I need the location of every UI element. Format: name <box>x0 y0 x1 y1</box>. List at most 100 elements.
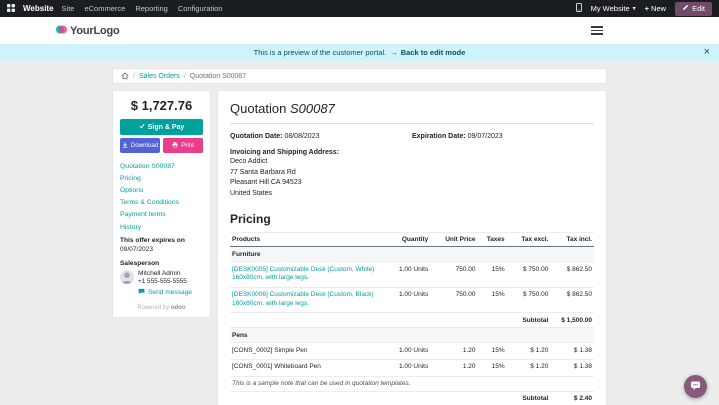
product-section-pens: Pens <box>230 328 594 343</box>
edit-button[interactable]: Edit <box>675 2 712 16</box>
sidebar-link-payment-terms[interactable]: Payment terms <box>120 209 203 221</box>
quantity: 1.00 Units <box>383 287 430 313</box>
col-tax-excl: Tax excl. <box>507 233 551 247</box>
website-selector[interactable]: My Website ▾ <box>591 4 636 13</box>
breadcrumb-separator: / <box>184 73 186 80</box>
download-icon <box>122 142 128 150</box>
topbar-menu-reporting[interactable]: Reporting <box>135 4 168 13</box>
website-selector-label: My Website <box>591 4 630 13</box>
topbar-menu-site[interactable]: Site <box>62 4 75 13</box>
check-icon <box>139 123 145 131</box>
tax-incl: $ 862.50 <box>550 262 594 288</box>
product-row: [DESK0005] Customizable Desk (Custom, Wh… <box>230 262 594 288</box>
subtotal-value: $ 1,500.00 <box>550 313 594 328</box>
section-note: This is a sample note that can be used i… <box>230 376 594 391</box>
banner-close-icon[interactable]: × <box>704 44 710 61</box>
title-divider <box>230 123 594 124</box>
product-section-furniture: Furniture <box>230 247 594 262</box>
site-logo[interactable]: YourLogo <box>56 24 120 37</box>
back-to-edit-link[interactable]: → Back to edit mode <box>390 48 465 57</box>
salesperson-block: Salesperson Mitchell Admin +1 555-555-55… <box>120 260 203 297</box>
arrow-right-icon: → <box>390 48 398 57</box>
tax-excl: $ 750.00 <box>507 287 551 313</box>
product-name[interactable]: [DESK0005] Customizable Desk (Custom, Wh… <box>230 262 383 288</box>
sidebar-link-options[interactable]: Options <box>120 184 203 196</box>
breadcrumb-separator: / <box>133 73 135 80</box>
hamburger-menu-icon[interactable] <box>589 24 605 37</box>
quotation-document: Quotation S00087 Quotation Date: 08/08/2… <box>217 90 607 405</box>
taxes: 15% <box>478 343 507 360</box>
address-line: Deco Addict <box>230 157 594 168</box>
quotation-reference: S00087 <box>290 101 335 116</box>
offer-expiry: This offer expires on 09/07/2023 <box>120 237 203 253</box>
address-line: Pleasant Hill CA 94523 <box>230 178 594 189</box>
unit-price: 1.20 <box>430 359 477 376</box>
col-unit-price: Unit Price <box>430 233 477 247</box>
product-row: [CONS_0002] Simple Pen1.00 Units1.2015%$… <box>230 343 594 360</box>
logo-text: YourLogo <box>70 25 120 37</box>
order-sidebar: $ 1,727.76 Sign & Pay Download Print Quo… <box>112 90 211 318</box>
pricing-heading: Pricing <box>230 212 594 226</box>
salesperson-avatar <box>120 270 134 284</box>
subtotal-value: $ 2.40 <box>550 391 594 405</box>
product-row: [CONS_0001] Whiteboard Pen1.00 Units1.20… <box>230 359 594 376</box>
sidebar-link-quotation-s00087[interactable]: Quotation S00087 <box>120 160 203 172</box>
product-name[interactable]: [DESK0006] Customizable Desk (Custom, Bl… <box>230 287 383 313</box>
pricing-table: ProductsQuantityUnit PriceTaxesTax excl.… <box>230 232 594 405</box>
new-button[interactable]: + New <box>645 4 666 13</box>
chevron-down-icon: ▾ <box>633 6 636 12</box>
sign-pay-button[interactable]: Sign & Pay <box>120 119 203 135</box>
chat-bubble-icon <box>689 379 702 395</box>
mobile-preview-icon[interactable] <box>576 3 582 14</box>
quantity: 1.00 Units <box>383 343 430 360</box>
odoo-apps-icon[interactable] <box>7 4 15 14</box>
quantity: 1.00 Units <box>383 359 430 376</box>
subtotal-row: Subtotal$ 2.40 <box>230 391 594 405</box>
topbar-menus: Site eCommerce Reporting Configuration <box>62 4 223 13</box>
salesperson-label: Salesperson <box>120 260 203 267</box>
address-line: United States <box>230 189 594 200</box>
subtotal-row: Subtotal$ 1,500.00 <box>230 313 594 328</box>
backend-topbar: Website Site eCommerce Reporting Configurat… <box>0 0 719 17</box>
unit-price: 1.20 <box>430 343 477 360</box>
product-row: [DESK0006] Customizable Desk (Custom, Bl… <box>230 287 594 313</box>
sidebar-nav: Quotation S00087PricingOptionsTerms & Co… <box>120 160 203 233</box>
tax-excl: $ 1.20 <box>507 343 551 360</box>
breadcrumb-sales-orders[interactable]: Sales Orders <box>139 73 180 80</box>
livechat-button[interactable] <box>684 375 707 398</box>
unit-price: 750.00 <box>430 287 477 313</box>
topbar-menu-ecommerce[interactable]: eCommerce <box>84 4 125 13</box>
sidebar-link-history[interactable]: History <box>120 221 203 233</box>
print-button[interactable]: Print <box>163 138 203 153</box>
col-taxes: Taxes <box>478 233 507 247</box>
send-message-link[interactable]: Send message <box>138 288 203 297</box>
home-icon[interactable] <box>121 72 129 80</box>
logo-mark-icon <box>56 24 67 37</box>
total-amount: $ 1,727.76 <box>120 98 203 113</box>
plus-icon: + <box>645 4 649 13</box>
powered-by: Powered by odoo <box>120 305 203 311</box>
portal-preview-banner: This is a preview of the customer portal… <box>0 44 719 61</box>
taxes: 15% <box>478 262 507 288</box>
tax-incl: $ 1.38 <box>550 359 594 376</box>
col-products: Products <box>230 233 383 247</box>
website-app-label[interactable]: Website <box>23 4 54 13</box>
banner-text: This is a preview of the customer portal… <box>254 48 387 57</box>
portal-content: $ 1,727.76 Sign & Pay Download Print Quo… <box>112 90 607 405</box>
tax-incl: $ 862.50 <box>550 287 594 313</box>
expiry-label: This offer expires on <box>120 237 203 244</box>
expiration-date: Expiration Date: 09/07/2023 <box>412 133 594 140</box>
download-button[interactable]: Download <box>120 138 160 153</box>
salesperson-phone[interactable]: +1 555-555-5555 <box>138 278 187 285</box>
sidebar-link-terms-conditions[interactable]: Terms & Conditions <box>120 197 203 209</box>
quotation-date: Quotation Date: 08/08/2023 <box>230 133 412 140</box>
product-name: [CONS_0001] Whiteboard Pen <box>230 359 383 376</box>
salesperson-name: Mitchell Admin <box>138 270 187 277</box>
sidebar-link-pricing[interactable]: Pricing <box>120 172 203 184</box>
odoo-wordmark[interactable]: odoo <box>171 305 186 311</box>
col-quantity: Quantity <box>383 233 430 247</box>
quantity: 1.00 Units <box>383 262 430 288</box>
topbar-menu-configuration[interactable]: Configuration <box>178 4 223 13</box>
product-name: [CONS_0002] Simple Pen <box>230 343 383 360</box>
expiry-date: 09/07/2023 <box>120 246 203 253</box>
